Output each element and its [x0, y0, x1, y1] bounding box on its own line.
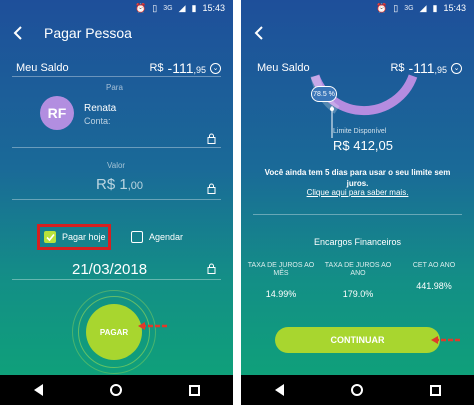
lock-icon — [207, 183, 216, 194]
chevron-down-icon[interactable]: ⌄ — [210, 62, 221, 74]
nav-recent-icon[interactable] — [429, 384, 441, 396]
divider — [12, 199, 221, 200]
saldo-amount: -111 — [167, 60, 194, 76]
chevron-down-icon[interactable]: ⌄ — [451, 62, 462, 74]
agendar-label: Agendar — [149, 232, 184, 242]
lock-icon — [207, 263, 216, 274]
rate-header: TAXA DE JUROS AO MÊS — [247, 262, 315, 277]
valor-currency: R$ — [96, 176, 116, 193]
rate-column: TAXA DE JUROS AO MÊS 14.99% — [246, 262, 316, 299]
vibrate-icon: ▯ — [152, 2, 158, 13]
rate-column: TAXA DE JUROS AO ANO 179.0% — [323, 262, 393, 299]
pagar-button[interactable]: PAGAR — [86, 304, 142, 360]
nav-back-icon[interactable] — [33, 384, 43, 396]
rate-value: 179.0% — [342, 289, 374, 299]
rate-value: 14.99% — [265, 289, 297, 299]
alarm-icon: ⏰ — [135, 2, 147, 13]
divider — [12, 279, 221, 280]
status-bar: ⏰ ▯ 3G ◢ ▮ 15:43 — [241, 0, 474, 16]
rate-header: CET AO ANO — [412, 262, 456, 269]
saldo-cents: ,95 — [434, 65, 447, 75]
saldo-value[interactable]: R$ -111,95 ⌄ — [149, 60, 221, 76]
saldo-label: Meu Saldo — [257, 62, 310, 74]
signal-icon: ◢ — [178, 2, 186, 13]
clock: 15:43 — [202, 3, 225, 13]
divider — [253, 214, 462, 215]
screen-background: ⏰ ▯ 3G ◢ ▮ 15:43 Pagar Pessoa Meu Saldo … — [0, 0, 233, 375]
contact-account: Conta: — [84, 116, 111, 126]
battery-icon: ▮ — [191, 2, 197, 13]
highlight-box — [37, 224, 111, 250]
limite-value: R$ 412,05 — [333, 138, 393, 153]
battery-icon: ▮ — [432, 2, 438, 13]
lock-icon — [207, 133, 216, 144]
rate-value: 441.98% — [416, 281, 452, 291]
page-title: Pagar Pessoa — [44, 25, 132, 41]
rate-column: CET AO ANO 441.98% — [399, 262, 469, 291]
valor-amount: 1 — [119, 176, 128, 193]
red-arrow-icon — [431, 336, 460, 344]
nav-home-icon[interactable] — [350, 384, 363, 396]
nav-back-icon[interactable] — [274, 384, 284, 396]
signal-icon: ◢ — [419, 2, 427, 13]
encargos-title: Encargos Financeiros — [313, 237, 402, 247]
network-label: 3G — [404, 4, 414, 12]
valor-cents: ,00 — [127, 180, 143, 192]
checkbox-unchecked-icon[interactable] — [131, 231, 143, 243]
info-link[interactable]: Clique aqui para saber mais. — [257, 188, 458, 197]
alarm-icon: ⏰ — [376, 2, 388, 13]
phone-screen-pagar-pessoa: ⏰ ▯ 3G ◢ ▮ 15:43 Pagar Pessoa Meu Saldo … — [0, 0, 233, 405]
agendar-option[interactable]: Agendar — [131, 231, 183, 243]
saldo-currency: R$ — [149, 62, 164, 74]
back-arrow-icon[interactable] — [6, 20, 32, 46]
continuar-button[interactable]: CONTINUAR — [275, 327, 440, 353]
network-label: 3G — [163, 4, 173, 12]
valor-input[interactable]: R$ 1,00 — [96, 176, 143, 193]
nav-recent-icon[interactable] — [188, 384, 200, 396]
saldo-label: Meu Saldo — [16, 62, 69, 74]
screen-background: ⏰ ▯ 3G ◢ ▮ 15:43 Meu Saldo R$ -111,95 ⌄ … — [241, 0, 474, 375]
vibrate-icon: ▯ — [393, 2, 399, 13]
para-label: Para — [106, 83, 123, 92]
saldo-row: Meu Saldo R$ -111,95 ⌄ — [16, 60, 221, 76]
nav-home-icon[interactable] — [109, 384, 122, 396]
gauge-percent: 78.5 % — [311, 86, 337, 102]
avatar[interactable]: RF — [40, 96, 74, 130]
back-arrow-icon[interactable] — [247, 20, 273, 46]
clock: 15:43 — [443, 3, 466, 13]
android-nav-bar — [0, 375, 233, 405]
phone-screen-limite: ⏰ ▯ 3G ◢ ▮ 15:43 Meu Saldo R$ -111,95 ⌄ … — [241, 0, 474, 405]
red-arrow-icon — [138, 322, 167, 330]
status-bar: ⏰ ▯ 3G ◢ ▮ 15:43 — [0, 0, 233, 16]
rate-header: TAXA DE JUROS AO ANO — [324, 262, 392, 277]
divider — [12, 147, 221, 148]
payment-date: 21/03/2018 — [72, 261, 148, 278]
divider — [12, 76, 221, 77]
info-text: Você ainda tem 5 dias para usar o seu li… — [264, 168, 451, 188]
android-nav-bar — [241, 375, 474, 405]
valor-label: Valor — [107, 161, 126, 170]
contact-name: Renata — [84, 103, 117, 114]
limite-label: Limite Disponível — [333, 128, 387, 135]
saldo-cents: ,95 — [193, 65, 206, 75]
